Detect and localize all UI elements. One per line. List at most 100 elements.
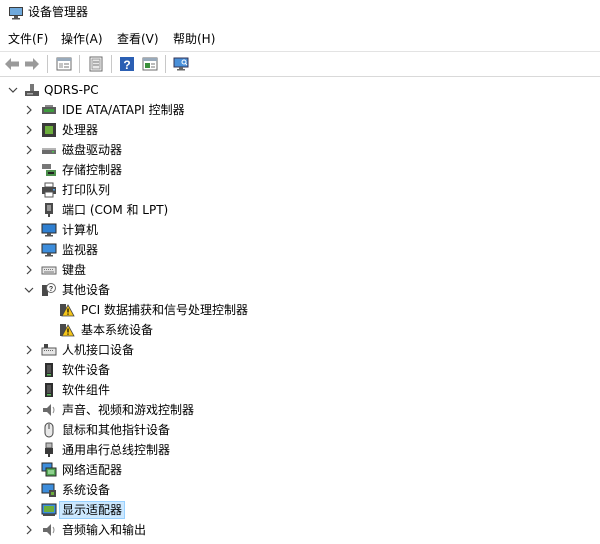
chevron-right-icon[interactable] xyxy=(24,165,34,175)
tree-item-label: 存储控制器 xyxy=(62,163,123,177)
chevron-down-icon[interactable] xyxy=(24,285,34,295)
chevron-right-icon[interactable] xyxy=(24,205,34,215)
port-icon xyxy=(45,203,53,217)
tree-item-label: 基本系统设备 xyxy=(81,323,154,337)
tree-item-display-adapter[interactable]: 显示适配器 xyxy=(0,500,600,520)
chevron-right-icon[interactable] xyxy=(24,525,34,535)
menu-bar: 文件(F) 操作(A) 查看(V) 帮助(H) xyxy=(0,28,600,50)
usb-icon xyxy=(45,442,53,457)
back-button[interactable] xyxy=(2,54,22,74)
mouse-icon xyxy=(44,422,54,438)
menu-help[interactable]: 帮助(H) xyxy=(171,30,217,48)
chevron-right-icon[interactable] xyxy=(24,405,34,415)
tree-item-network[interactable]: 网络适配器 xyxy=(0,460,600,480)
tree-item-monitor[interactable]: 监视器 xyxy=(0,240,600,260)
chevron-right-icon[interactable] xyxy=(24,365,34,375)
menu-view[interactable]: 查看(V) xyxy=(115,30,161,48)
toolbar: ? xyxy=(0,51,600,77)
show-hidden-icon xyxy=(142,57,158,71)
tree-item-label: 计算机 xyxy=(62,223,99,237)
tree-item-disk[interactable]: 磁盘驱动器 xyxy=(0,140,600,160)
tree-item-sound-video-game[interactable]: 声音、视频和游戏控制器 xyxy=(0,400,600,420)
show-hidden-button[interactable] xyxy=(140,54,160,74)
software-device-icon xyxy=(45,363,53,377)
system-device-icon xyxy=(41,483,56,497)
forward-arrow-icon xyxy=(25,58,39,70)
tree-root-label: QDRS-PC xyxy=(44,83,99,97)
tree-item-label: 鼠标和其他指针设备 xyxy=(62,423,171,437)
update-driver-button[interactable] xyxy=(86,54,106,74)
svg-text:?: ? xyxy=(49,286,53,293)
tree-item-label: PCI 数据捕获和信号处理控制器 xyxy=(81,303,248,317)
chevron-right-icon[interactable] xyxy=(24,265,34,275)
chevron-right-icon[interactable] xyxy=(24,485,34,495)
chevron-right-icon[interactable] xyxy=(24,465,34,475)
tree-item-label: 网络适配器 xyxy=(62,463,123,477)
toolbar-separator xyxy=(79,55,80,73)
chevron-right-icon[interactable] xyxy=(24,445,34,455)
scan-hardware-button[interactable] xyxy=(171,54,191,74)
chevron-right-icon[interactable] xyxy=(24,185,34,195)
tree-item-storage[interactable]: 存储控制器 xyxy=(0,160,600,180)
device-tree: QDRS-PC IDE ATA/ATAPI 控制器 处理器 磁盘驱动器 存储控制… xyxy=(0,80,600,544)
toolbar-separator xyxy=(47,55,48,73)
chevron-right-icon[interactable] xyxy=(24,105,34,115)
title-bar: 设备管理器 xyxy=(0,0,600,26)
update-driver-icon xyxy=(89,56,103,72)
computer-root-icon xyxy=(25,84,39,96)
chevron-right-icon[interactable] xyxy=(24,425,34,435)
tree-item-mouse[interactable]: 鼠标和其他指针设备 xyxy=(0,420,600,440)
tree-item-software-device[interactable]: 软件设备 xyxy=(0,360,600,380)
tree-child-pci-controller[interactable]: PCI 数据捕获和信号处理控制器 xyxy=(0,300,600,320)
unknown-device-icon: ? xyxy=(42,283,56,296)
monitor-scan-icon xyxy=(173,57,189,71)
tree-item-label: 通用串行总线控制器 xyxy=(62,443,171,457)
tree-root[interactable]: QDRS-PC xyxy=(0,80,600,100)
menu-action[interactable]: 操作(A) xyxy=(59,30,105,48)
help-button[interactable]: ? xyxy=(117,54,137,74)
tree-item-label: IDE ATA/ATAPI 控制器 xyxy=(62,103,185,117)
tree-item-label: 其他设备 xyxy=(62,283,111,297)
tree-item-label: 软件设备 xyxy=(62,363,111,377)
properties-button[interactable] xyxy=(54,54,74,74)
tree-item-label: 软件组件 xyxy=(62,383,111,397)
tree-item-hid[interactable]: 人机接口设备 xyxy=(0,340,600,360)
speaker-icon xyxy=(43,524,55,536)
tree-item-print-queue[interactable]: 打印队列 xyxy=(0,180,600,200)
tree-item-processor[interactable]: 处理器 xyxy=(0,120,600,140)
toolbar-separator xyxy=(111,55,112,73)
menu-file[interactable]: 文件(F) xyxy=(6,30,50,48)
tree-item-computer[interactable]: 计算机 xyxy=(0,220,600,240)
chevron-right-icon[interactable] xyxy=(24,345,34,355)
tree-item-label: 系统设备 xyxy=(62,483,111,497)
warning-device-icon xyxy=(60,324,75,337)
chevron-right-icon[interactable] xyxy=(24,245,34,255)
tree-item-keyboard[interactable]: 键盘 xyxy=(0,260,600,280)
storage-controller-icon xyxy=(42,164,56,176)
tree-item-usb[interactable]: 通用串行总线控制器 xyxy=(0,440,600,460)
disk-drive-icon xyxy=(42,148,56,154)
tree-item-label: 显示适配器 xyxy=(58,501,126,519)
tree-item-system-devices[interactable]: 系统设备 xyxy=(0,480,600,500)
chevron-right-icon[interactable] xyxy=(24,385,34,395)
chevron-right-icon[interactable] xyxy=(24,145,34,155)
software-component-icon xyxy=(45,383,53,397)
chevron-right-icon[interactable] xyxy=(24,125,34,135)
display-adapter-icon xyxy=(41,503,57,516)
chevron-right-icon[interactable] xyxy=(24,225,34,235)
tree-item-label: 监视器 xyxy=(62,243,99,257)
forward-button[interactable] xyxy=(22,54,42,74)
tree-item-audio-io[interactable]: 音频输入和输出 xyxy=(0,520,600,540)
ide-controller-icon xyxy=(42,105,56,114)
tree-child-base-system-device[interactable]: 基本系统设备 xyxy=(0,320,600,340)
chevron-down-icon[interactable] xyxy=(8,85,18,95)
tree-item-label: 磁盘驱动器 xyxy=(62,143,123,157)
tree-item-ide[interactable]: IDE ATA/ATAPI 控制器 xyxy=(0,100,600,120)
tree-item-ports[interactable]: 端口 (COM 和 LPT) xyxy=(0,200,600,220)
tree-item-other-devices[interactable]: ? 其他设备 xyxy=(0,280,600,300)
processor-icon xyxy=(42,123,56,137)
chevron-right-icon[interactable] xyxy=(24,505,34,515)
hid-icon xyxy=(41,344,57,356)
speaker-icon xyxy=(43,404,55,416)
tree-item-software-component[interactable]: 软件组件 xyxy=(0,380,600,400)
